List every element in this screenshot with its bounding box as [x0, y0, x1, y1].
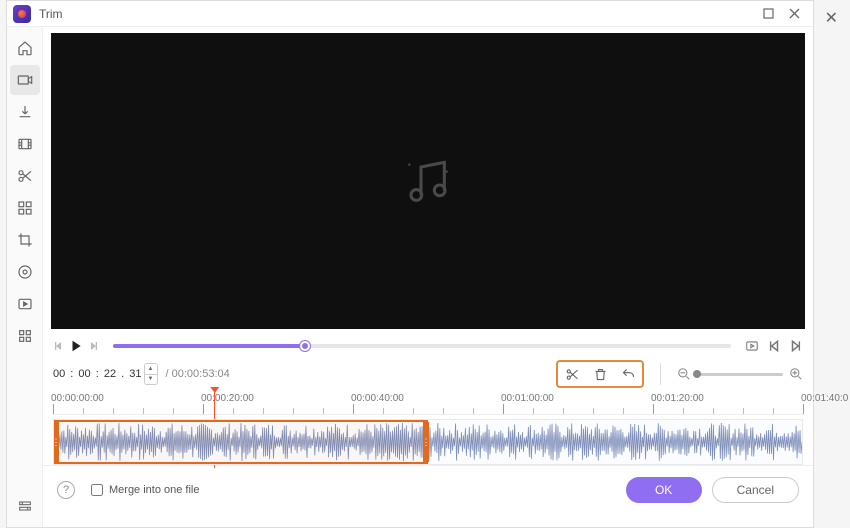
preview-area[interactable]: [51, 33, 805, 329]
selection-region[interactable]: [54, 420, 428, 464]
progress-fill: [113, 344, 305, 348]
time-s: 22: [104, 368, 116, 380]
time-h: 00: [53, 368, 65, 380]
time-input[interactable]: 00 : 00 : 22 . 31 ▲▼: [53, 363, 158, 385]
skip-start-button[interactable]: [767, 339, 781, 353]
music-note-icon: [400, 153, 456, 209]
next-frame-button[interactable]: [87, 340, 99, 352]
zoom-controls: [677, 367, 803, 381]
skip-end-button[interactable]: [789, 339, 803, 353]
sidebar-home-icon[interactable]: [10, 33, 40, 63]
sidebar-download-icon[interactable]: [10, 97, 40, 127]
sidebar-play-icon[interactable]: [10, 289, 40, 319]
sidebar-scissors-icon[interactable]: [10, 161, 40, 191]
time-row: 00 : 00 : 22 . 31 ▲▼ / 00:00:53:04: [43, 359, 813, 389]
zoom-out-button[interactable]: [677, 367, 691, 381]
close-button[interactable]: [781, 4, 807, 24]
maximize-button[interactable]: [755, 4, 781, 24]
stepper-down[interactable]: ▼: [145, 375, 157, 385]
divider: [660, 363, 661, 385]
sidebar-apps-icon[interactable]: [10, 321, 40, 351]
cancel-button[interactable]: Cancel: [712, 477, 799, 503]
undo-button[interactable]: [618, 364, 638, 384]
zoom-in-button[interactable]: [789, 367, 803, 381]
selection-handle-right[interactable]: [423, 422, 429, 462]
app-icon: [13, 5, 31, 23]
zoom-thumb[interactable]: [693, 370, 701, 378]
sidebar-settings-icon[interactable]: [10, 491, 40, 521]
total-time: / 00:00:53:04: [166, 368, 230, 380]
sidebar: [7, 27, 43, 527]
help-button[interactable]: ?: [57, 481, 75, 499]
progress-thumb[interactable]: [300, 341, 310, 351]
ok-button[interactable]: OK: [626, 477, 702, 503]
merge-checkbox[interactable]: [91, 484, 103, 496]
loop-button[interactable]: [745, 339, 759, 353]
stepper-up[interactable]: ▲: [145, 364, 157, 375]
outer-close-button[interactable]: ✕: [825, 8, 838, 28]
cut-button[interactable]: [562, 364, 582, 384]
time-m: 00: [78, 368, 90, 380]
window-title: Trim: [39, 7, 63, 21]
delete-button[interactable]: [590, 364, 610, 384]
trim-tools: [556, 360, 644, 388]
sidebar-film-icon[interactable]: [10, 129, 40, 159]
selection-handle-left[interactable]: [53, 422, 59, 462]
zoom-slider[interactable]: [697, 373, 783, 376]
play-button[interactable]: [69, 339, 83, 353]
playback-controls: [43, 333, 813, 359]
sidebar-crop-icon[interactable]: [10, 225, 40, 255]
sidebar-merge-icon[interactable]: [10, 193, 40, 223]
sidebar-disc-icon[interactable]: [10, 257, 40, 287]
timeline-ruler[interactable]: 00:00:00:0000:00:20:0000:00:40:0000:01:0…: [53, 391, 803, 415]
merge-label[interactable]: Merge into one file: [109, 484, 200, 496]
waveform-track[interactable]: [53, 419, 803, 465]
footer: ? Merge into one file OK Cancel: [43, 465, 813, 513]
time-stepper[interactable]: ▲▼: [144, 363, 158, 385]
merge-checkbox-group: Merge into one file: [91, 484, 200, 496]
progress-bar[interactable]: [113, 344, 731, 348]
sidebar-video-icon[interactable]: [10, 65, 40, 95]
prev-frame-button[interactable]: [53, 340, 65, 352]
trim-window: Trim: [6, 0, 814, 528]
time-f: 31: [129, 368, 141, 380]
main-panel: 00 : 00 : 22 . 31 ▲▼ / 00:00:53:04: [43, 27, 813, 527]
titlebar: Trim: [7, 1, 813, 27]
timeline: 00:00:00:0000:00:20:0000:00:40:0000:01:0…: [53, 391, 803, 465]
